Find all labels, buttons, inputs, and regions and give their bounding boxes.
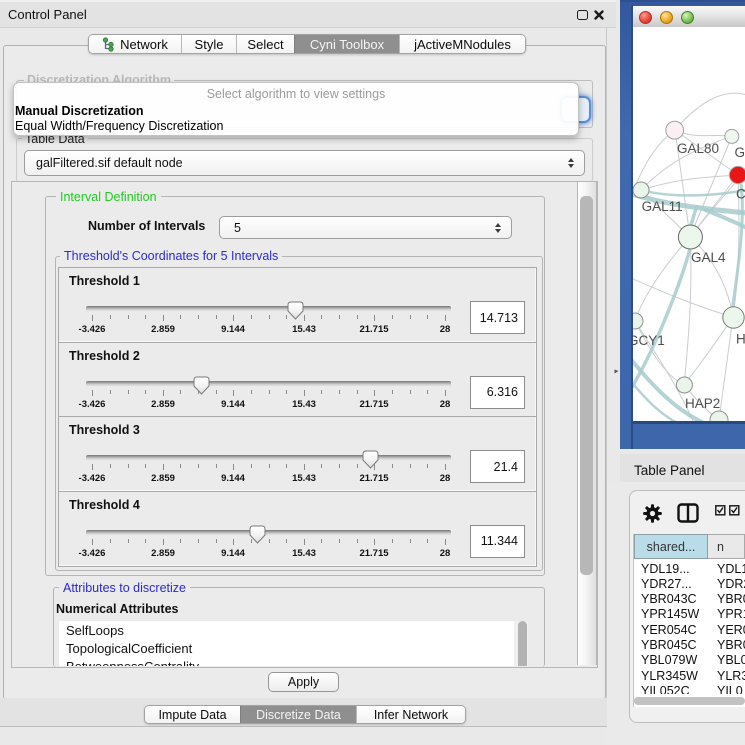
svg-text:GAL80: GAL80 [677,141,719,156]
svg-text:GA: GA [735,145,745,160]
svg-text:GCY1: GCY1 [633,333,665,348]
svg-text:C: C [736,187,745,202]
svg-text:HAP2: HAP2 [685,396,720,411]
svg-text:GAL11: GAL11 [642,199,683,214]
svg-text:H: H [736,332,745,347]
svg-text:GAL4: GAL4 [691,250,726,265]
